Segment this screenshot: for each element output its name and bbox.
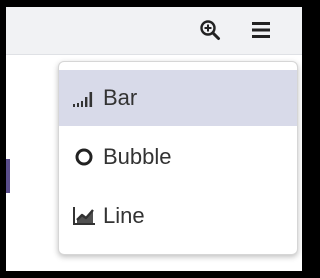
menu-item-bar[interactable]: Bar: [59, 70, 297, 126]
zoom-in-icon: [200, 20, 220, 40]
bubble-circle-icon: [69, 145, 99, 169]
line-chart-icon: [69, 204, 99, 228]
chart-type-dropdown: Bar Bubble Line: [58, 61, 298, 255]
hamburger-menu-icon: [252, 22, 270, 38]
menu-item-line[interactable]: Line: [59, 188, 297, 244]
bar-chart-icon: [69, 86, 99, 110]
screenshot-frame: Bar Bubble Line: [0, 0, 310, 278]
chart-panel: Bar Bubble Line: [6, 7, 302, 271]
menu-item-bar-label: Bar: [103, 85, 138, 110]
menu-item-bubble-label: Bubble: [103, 144, 172, 169]
background-series-sliver: [6, 159, 10, 193]
chart-toolbar: [6, 7, 302, 55]
menu-item-line-label: Line: [103, 203, 145, 228]
zoom-in-button[interactable]: [198, 18, 222, 42]
menu-item-bubble[interactable]: Bubble: [59, 129, 297, 185]
hamburger-menu-button[interactable]: [249, 18, 273, 42]
